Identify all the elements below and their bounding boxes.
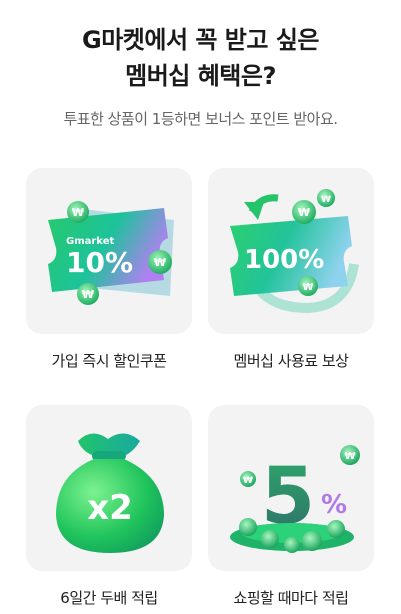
money-bag-icon: x2 <box>56 433 164 553</box>
option-tile: 5 % ₩ ₩ <box>208 405 374 571</box>
svg-text:₩: ₩ <box>72 206 84 219</box>
bag-value-text: x2 <box>87 488 133 528</box>
option-card-shopping-points[interactable]: 5 % ₩ ₩ 쇼핑할 때마다 적립 <box>208 405 374 608</box>
option-tile: ₩ ₩ ₩ 100% <box>208 168 374 334</box>
svg-text:₩: ₩ <box>243 476 253 486</box>
coin-pile-icon: 5 % ₩ ₩ <box>230 445 360 553</box>
page-subtitle: 투표한 상품이 1등하면 보너스 포인트 받아요. <box>63 110 338 128</box>
svg-text:₩: ₩ <box>82 288 94 301</box>
svg-text:₩: ₩ <box>298 206 310 219</box>
points-percent-text: % <box>321 490 347 520</box>
option-tile: ₩ ₩ ₩ Gmarket 10% <box>26 168 192 334</box>
svg-text:₩: ₩ <box>154 256 166 269</box>
coupon-value-text: 10% <box>66 246 133 279</box>
page-title: G마켓에서 꼭 받고 싶은 멤버십 혜택은? <box>0 22 401 94</box>
refund-ticket-icon: ₩ ₩ ₩ 100% <box>230 189 359 314</box>
title-line-2: 멤버십 혜택은? <box>125 62 276 90</box>
title-line-1: G마켓에서 꼭 받고 싶은 <box>82 26 320 54</box>
option-label: 가입 즉시 할인쿠폰 <box>51 352 167 370</box>
option-label: 멤버십 사용료 보상 <box>233 352 349 370</box>
refund-value-text: 100% <box>244 245 324 275</box>
svg-text:₩: ₩ <box>321 195 331 205</box>
option-card-signup-coupon[interactable]: ₩ ₩ ₩ Gmarket 10% 가입 즉시 할인쿠폰 <box>26 168 192 371</box>
benefit-options-grid: ₩ ₩ ₩ Gmarket 10% 가입 즉시 할인쿠폰 ₩ ₩ ₩ 100% … <box>26 168 374 608</box>
option-label: 쇼핑할 때마다 적립 <box>233 589 349 607</box>
coupon-ticket-icon: ₩ ₩ ₩ Gmarket 10% <box>48 201 174 305</box>
option-card-fee-refund[interactable]: ₩ ₩ ₩ 100% 멤버십 사용료 보상 <box>208 168 374 371</box>
header: G마켓에서 꼭 받고 싶은 멤버십 혜택은? 투표한 상품이 1등하면 보너스 … <box>0 0 401 129</box>
option-tile: x2 <box>26 405 192 571</box>
svg-text:₩: ₩ <box>344 451 355 462</box>
svg-text:₩: ₩ <box>302 282 313 293</box>
option-label: 6일간 두배 적립 <box>60 589 158 607</box>
option-card-double-points[interactable]: x2 6일간 두배 적립 <box>26 405 192 608</box>
